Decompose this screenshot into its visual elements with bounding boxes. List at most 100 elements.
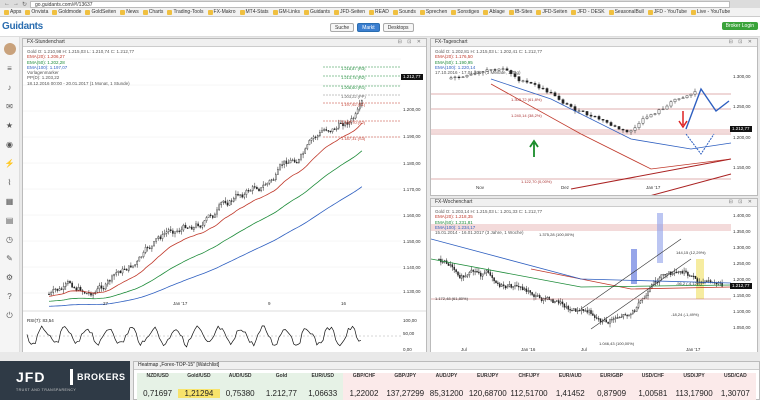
heatmap-cell[interactable]: NZD/USD 0,71697	[137, 373, 179, 400]
search-button[interactable]: Suche	[330, 23, 355, 32]
hourly-candle-body	[174, 231, 176, 234]
bookmark-item[interactable]: Charts	[142, 9, 163, 15]
calendar-icon[interactable]: ▦	[5, 197, 15, 207]
weekly-candle-body	[493, 277, 495, 282]
hourly-candle-body	[88, 292, 90, 294]
hourly-candle-body	[69, 281, 71, 284]
weekly-candle-body	[442, 261, 444, 263]
desktops-button[interactable]: Desktops	[382, 23, 414, 32]
highlight-bar	[631, 249, 637, 284]
back-icon[interactable]: ←	[4, 1, 10, 7]
forex-heatmap: Heatmap „Forex-TOP-15" [Watchlist] NZD/U…	[133, 361, 760, 400]
heatmap-cell[interactable]: Gold 1.212,77	[260, 373, 303, 400]
message-icon[interactable]: ✉	[5, 102, 15, 112]
weekly-candle-body	[438, 258, 440, 261]
heatmap-cell[interactable]: EUR/JPY 120,68700	[467, 373, 509, 400]
hourly-candle-body	[268, 180, 271, 184]
hourly-candle-body	[281, 164, 283, 166]
daily-candle-body	[693, 91, 697, 95]
legend-line: 15.01.2014 - 16.01.2017 (3 Jahre, 1 Woch…	[435, 230, 524, 236]
hourly-candle-body	[226, 202, 229, 206]
bell-icon[interactable]: ♪	[5, 83, 15, 93]
bookmark-item[interactable]: Onvista	[25, 9, 48, 15]
bookmark-item[interactable]: Live - YouTube	[690, 9, 730, 15]
hourly-candle-body	[220, 202, 223, 206]
heatmap-cell[interactable]: GBP/CHF 1,22002	[343, 373, 385, 400]
weekly-candle-body	[580, 309, 583, 311]
bookmark-item[interactable]: JFD - YouTube	[647, 9, 687, 15]
broker-login-button[interactable]: Broker Login	[721, 22, 758, 30]
bookmark-item[interactable]: GM-Links	[272, 9, 300, 15]
grid-icon[interactable]: ▤	[5, 216, 15, 226]
heatmap-cell[interactable]: EUR/USD 1,06633	[302, 373, 344, 400]
weekly-candle-body	[459, 274, 461, 279]
folder-icon	[4, 9, 9, 15]
bookmark-item[interactable]: Apps	[4, 9, 21, 15]
weekly-candle-body	[565, 305, 568, 308]
bookmark-item[interactable]: News	[120, 9, 139, 15]
folder-icon	[272, 9, 278, 15]
weekly-candle-body	[525, 288, 528, 292]
bookmark-label: IB-Sites	[514, 9, 533, 15]
bookmark-item[interactable]: JFD-Seiten	[333, 9, 365, 15]
heatmap-cell[interactable]: AUD/JPY 85,31200	[425, 373, 468, 400]
address-bar[interactable]: go.guidants.com/#!/13637	[30, 0, 731, 8]
heatmap-cell[interactable]: USD/CAD 1,30707	[714, 373, 756, 400]
guidants-logo[interactable]: Guidants	[2, 21, 43, 32]
bookmark-item[interactable]: Sounds	[392, 9, 416, 15]
heatmap-cell[interactable]: USD/JPY 113,17900	[673, 373, 715, 400]
markt-button[interactable]: Markt	[357, 23, 380, 32]
pivot-level-label: 1.208,60 (R1)	[341, 85, 366, 90]
hourly-candle-body	[106, 280, 109, 285]
menu-icon[interactable]: ≡	[5, 64, 15, 74]
clock-icon[interactable]: ◷	[5, 235, 15, 245]
eye-icon[interactable]: ◉	[5, 140, 15, 150]
weekly-candle-body	[552, 299, 554, 303]
avatar[interactable]	[3, 43, 16, 55]
star-icon[interactable]: ★	[5, 121, 15, 131]
hourly-candle-body	[138, 256, 141, 262]
fib-label: 1.240,14 (38,2%)	[511, 113, 542, 118]
jfd-brokers-banner[interactable]: JFD BROKERS TRUST AND TRANSPARENCY	[0, 361, 130, 400]
question-icon[interactable]: ?	[5, 292, 15, 302]
daily-candle-body	[529, 81, 533, 84]
hourly-candle-body	[127, 265, 130, 271]
gear-icon[interactable]: ⚙	[5, 273, 15, 283]
weekly-candle-body	[607, 321, 609, 324]
bookmark-item[interactable]: Sprechen	[419, 9, 447, 15]
bookmark-item[interactable]: MT4-Stats	[239, 9, 269, 15]
reload-icon[interactable]: ↻	[22, 1, 27, 8]
bookmark-item[interactable]: Guidants	[303, 9, 330, 15]
heatmap-cell[interactable]: EUR/AUD 1,41452	[549, 373, 591, 400]
hourly-candle-body	[317, 135, 319, 138]
chart-icon[interactable]: ⌇	[5, 178, 15, 188]
bolt-icon[interactable]: ⚡	[5, 159, 15, 169]
bookmark-item[interactable]: IB-Sites	[508, 9, 533, 15]
heatmap-cell[interactable]: GBP/JPY 137,27299	[384, 373, 426, 400]
wrench-icon[interactable]: ✎	[5, 254, 15, 264]
bookmark-item[interactable]: FX-Makro	[207, 9, 236, 15]
forward-icon[interactable]: →	[13, 1, 19, 7]
bookmark-item[interactable]: JFD - DESK	[571, 9, 605, 15]
bookmark-item[interactable]: READ	[369, 9, 389, 15]
folder-icon	[536, 9, 542, 15]
hourly-candle-body	[140, 256, 143, 258]
weekly-candle-body	[673, 271, 676, 274]
bookmark-item[interactable]: Goldmode	[52, 9, 81, 15]
heatmap-cell[interactable]: EUR/GBP 0,87909	[590, 373, 633, 400]
heatmap-cell[interactable]: CHF/JPY 112,51700	[508, 373, 550, 400]
power-icon[interactable]: ⏻	[5, 311, 15, 321]
weekly-candle-body	[506, 286, 509, 289]
bookmark-item[interactable]: Ablage	[483, 9, 505, 15]
weekly-candle-body	[464, 275, 467, 278]
bookmark-item[interactable]: SeasonalBull	[608, 9, 644, 15]
bookmark-item[interactable]: Sonstiges	[451, 9, 479, 15]
heatmap-cell[interactable]: AUD/USD 0,75380	[219, 373, 261, 400]
bookmark-label: JFD-Seiten	[339, 9, 365, 15]
heatmap-cell[interactable]: Gold/USD 1,21294	[178, 373, 220, 400]
daily-candle-body	[673, 98, 677, 102]
bookmark-item[interactable]: JFD-Seiten	[536, 9, 567, 15]
bookmark-item[interactable]: Trading-Tools	[167, 9, 204, 15]
heatmap-cell[interactable]: USD/CHF 1,00581	[632, 373, 674, 400]
bookmark-item[interactable]: GoldSeiten	[85, 9, 116, 15]
